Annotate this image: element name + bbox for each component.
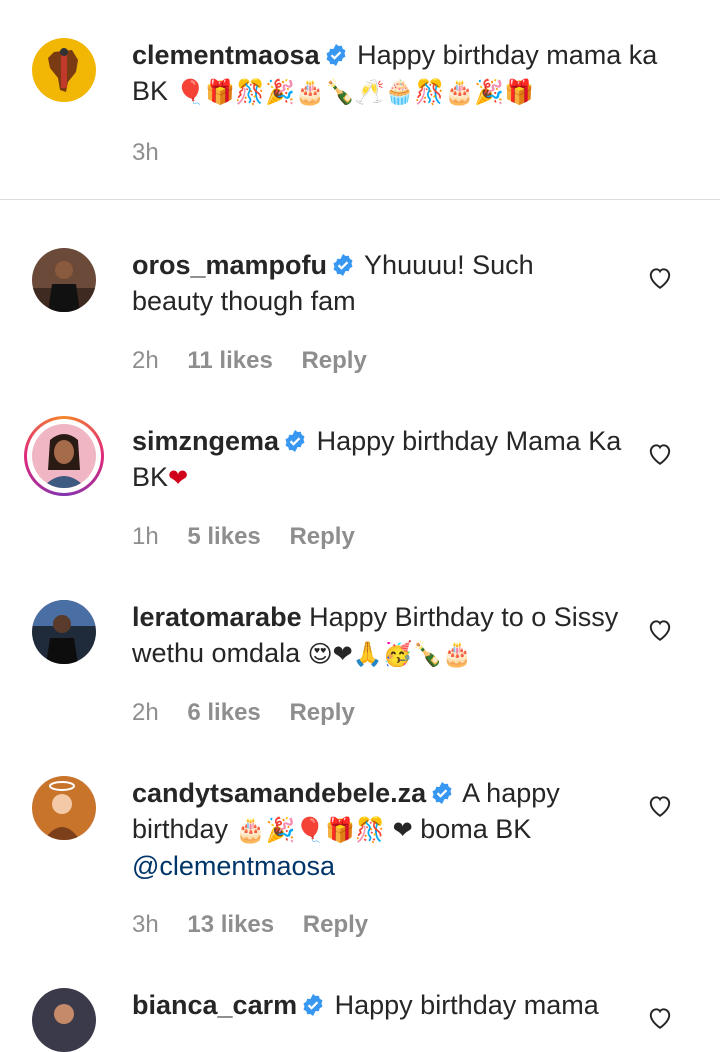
likes-count[interactable]: 11 likes [187,347,272,374]
timestamp: 1h [132,523,159,550]
avatar[interactable] [32,988,96,1052]
likes-count[interactable]: 13 likes [187,911,274,938]
reply-button[interactable]: Reply [301,347,366,374]
timestamp: 3h [132,139,159,166]
comment-meta: 2h 6 likes Reply [132,698,377,728]
mention-link[interactable]: @clementmaosa [132,851,335,881]
avatar[interactable] [32,248,96,312]
verified-icon [333,254,353,276]
reply-button[interactable]: Reply [303,911,368,938]
comment-meta: 3h 13 likes Reply [132,910,390,940]
username[interactable]: oros_mampofu [132,250,327,280]
timestamp: 3h [132,911,159,938]
likes-count[interactable]: 5 likes [187,523,260,550]
reply-button[interactable]: Reply [289,699,354,726]
verified-icon [432,782,452,804]
heart-icon[interactable] [647,265,673,291]
emoji-string: 😍❤🙏🥳🍾🎂 [307,640,473,668]
heart-icon[interactable] [647,1005,673,1031]
timestamp: 2h [132,347,159,374]
comment-body-end: boma BK [420,814,532,844]
likes-count[interactable]: 6 likes [187,699,260,726]
comment-text: leratomarabe Happy Birthday to o Sissy w… [132,599,622,672]
comment-meta: 1h 5 likes Reply [132,522,377,552]
username[interactable]: bianca_carm [132,990,297,1020]
comment-text: simzngema Happy birthday Mama Ka BK❤ [132,423,622,496]
comment-meta: 2h 11 likes Reply [132,346,389,376]
story-ring[interactable] [24,416,104,496]
avatar[interactable] [32,38,96,102]
caption-meta: 3h [132,138,181,168]
avatar[interactable] [32,776,96,840]
avatar[interactable] [32,424,96,488]
comment-text: candytsamandebele.za A happy birthday 🎂🎉… [132,775,622,884]
verified-icon [285,430,305,452]
reply-button[interactable]: Reply [289,523,354,550]
username[interactable]: leratomarabe [132,602,302,632]
heart-icon[interactable] [647,441,673,467]
heart-icon[interactable] [647,617,673,643]
verified-icon [303,994,323,1016]
emoji-string: 🎈🎁🎊🎉🎂🍾🥂🧁🎊🎂🎉🎁 [175,78,535,106]
timestamp: 2h [132,699,159,726]
emoji-string: 🎂🎉🎈🎁🎊 ❤ [235,816,413,844]
heart-emoji: ❤ [168,464,189,492]
caption-text: clementmaosa Happy birthday mama ka BK 🎈… [132,37,692,110]
username[interactable]: clementmaosa [132,40,320,70]
username[interactable]: candytsamandebele.za [132,778,426,808]
verified-icon [326,44,346,66]
comment-body: Happy birthday mama [334,990,599,1020]
heart-icon[interactable] [647,793,673,819]
comment-text: oros_mampofu Yhuuuu! Such beauty though … [132,247,622,319]
avatar[interactable] [32,600,96,664]
caption: clementmaosa Happy birthday mama ka BK 🎈… [0,0,720,200]
username[interactable]: simzngema [132,426,279,456]
